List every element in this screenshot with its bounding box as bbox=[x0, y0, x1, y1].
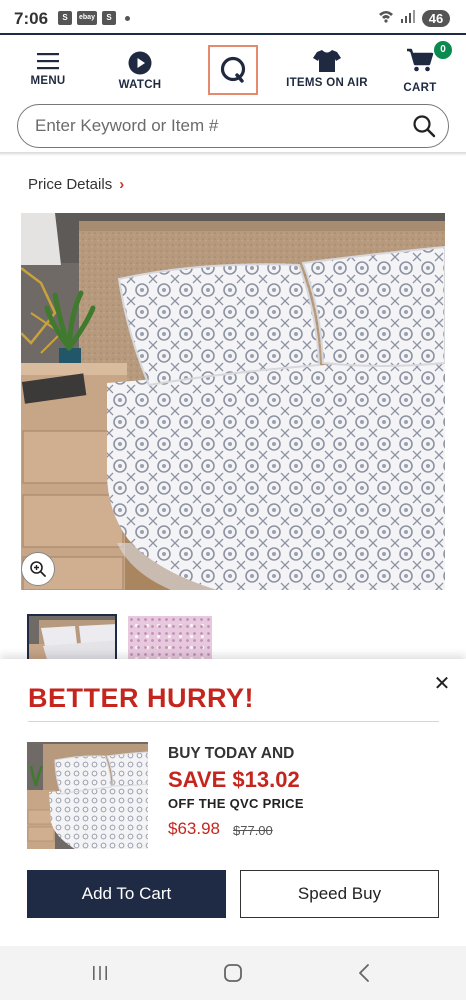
hamburger-icon bbox=[37, 53, 59, 70]
cart-label: CART bbox=[403, 82, 437, 94]
add-to-cart-button[interactable]: Add To Cart bbox=[27, 870, 226, 918]
menu-button[interactable]: MENU bbox=[18, 51, 78, 87]
offer-product-image bbox=[27, 742, 148, 849]
notification-icons: S ebay S bbox=[58, 11, 130, 25]
home-button[interactable] bbox=[219, 960, 247, 986]
better-hurry-sheet: ✕ BETTER HURRY! BUY TODAY AND SAVE $13.0… bbox=[0, 659, 466, 946]
signal-icon bbox=[400, 9, 416, 28]
recent-apps-button[interactable] bbox=[86, 960, 114, 986]
play-icon bbox=[128, 51, 152, 75]
notification-s-icon: S bbox=[102, 11, 116, 25]
shirt-icon bbox=[313, 50, 341, 72]
thumbnail-bed-pink[interactable] bbox=[128, 616, 212, 664]
zoom-button[interactable] bbox=[21, 552, 55, 586]
cart-count-badge: 0 bbox=[434, 41, 452, 59]
speed-buy-button[interactable]: Speed Buy bbox=[240, 870, 439, 918]
thumbnail-bed-gray[interactable] bbox=[27, 614, 117, 664]
back-button[interactable] bbox=[350, 960, 378, 986]
cart-icon bbox=[407, 48, 434, 72]
android-navigation-bar bbox=[0, 946, 466, 1000]
search-bar bbox=[17, 104, 449, 148]
off-qvc-price-text: OFF THE QVC PRICE bbox=[168, 796, 304, 811]
cart-button[interactable]: 0 CART bbox=[394, 41, 452, 94]
header-shadow bbox=[0, 152, 466, 156]
original-price: $77.00 bbox=[233, 823, 273, 838]
qvc-logo-icon bbox=[220, 56, 246, 83]
home-icon bbox=[224, 964, 242, 982]
search-input[interactable] bbox=[35, 105, 405, 147]
offer-bed-photo bbox=[27, 742, 148, 849]
chevron-right-icon: › bbox=[119, 176, 125, 193]
sale-price: $63.98 bbox=[168, 819, 220, 838]
notification-app-icon: S bbox=[58, 11, 72, 25]
items-on-air-label: ITEMS ON AIR bbox=[286, 77, 368, 89]
status-right: 46 bbox=[378, 9, 450, 28]
watch-button[interactable]: WATCH bbox=[110, 51, 170, 91]
thumbnail-gray-photo bbox=[29, 616, 115, 664]
search-icon bbox=[413, 115, 436, 138]
back-icon bbox=[359, 964, 369, 982]
wifi-icon bbox=[378, 9, 394, 28]
zoom-in-icon bbox=[30, 561, 46, 577]
status-bar: 7:06 S ebay S 46 bbox=[0, 0, 466, 34]
bed-sheets-photo bbox=[21, 213, 445, 590]
price-details-link[interactable]: Price Details › bbox=[28, 176, 124, 193]
items-on-air-button[interactable]: ITEMS ON AIR bbox=[280, 49, 374, 89]
sheet-title: BETTER HURRY! bbox=[28, 683, 254, 713]
recent-apps-icon bbox=[93, 966, 107, 980]
status-time: 7:06 bbox=[14, 9, 49, 28]
menu-label: MENU bbox=[30, 75, 66, 87]
price-details-label: Price Details bbox=[28, 176, 113, 193]
battery-icon: 46 bbox=[422, 10, 450, 27]
close-icon[interactable]: ✕ bbox=[432, 674, 452, 694]
more-notifications-dot-icon bbox=[125, 15, 130, 21]
watch-label: WATCH bbox=[118, 79, 162, 91]
buy-today-text: BUY TODAY AND bbox=[168, 745, 295, 762]
sheet-divider bbox=[28, 721, 439, 722]
save-amount-text: SAVE $13.02 bbox=[168, 767, 300, 792]
ebay-icon: ebay bbox=[77, 11, 97, 25]
app-header: MENU WATCH ITEMS ON AIR 0 CART bbox=[0, 35, 466, 99]
product-image[interactable] bbox=[21, 213, 445, 590]
qvc-logo-button[interactable] bbox=[208, 45, 258, 95]
search-button[interactable] bbox=[412, 114, 436, 138]
